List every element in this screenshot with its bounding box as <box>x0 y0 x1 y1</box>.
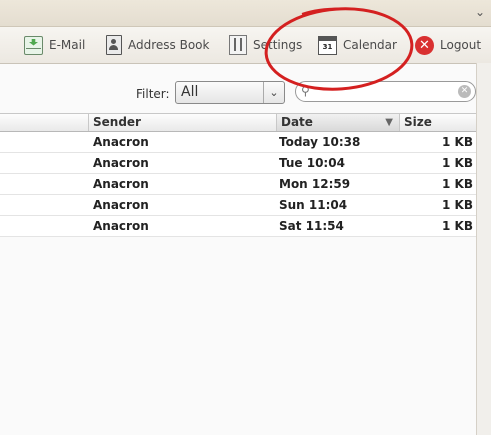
date-cell: Tue 10:04 <box>279 156 345 170</box>
date-cell: Today 10:38 <box>279 135 361 149</box>
table-row[interactable]: Anacron Sun 11:04 1 KB <box>0 195 476 216</box>
date-cell: Sat 11:54 <box>279 219 344 233</box>
date-cell: Mon 12:59 <box>279 177 351 191</box>
sender-cell: Anacron <box>93 219 149 233</box>
email-icon <box>24 35 43 55</box>
email-label: E-Mail <box>49 38 86 52</box>
sender-cell: Anacron <box>93 135 149 149</box>
search-icon[interactable]: ⚲ <box>301 84 310 98</box>
address-book-label: Address Book <box>128 38 210 52</box>
address-book-button[interactable]: Address Book <box>106 34 209 56</box>
size-cell: 1 KB <box>442 219 473 233</box>
column-header-date-label: Date <box>281 115 313 129</box>
email-button[interactable]: E-Mail <box>24 34 85 56</box>
size-cell: 1 KB <box>442 156 473 170</box>
column-header-sender[interactable]: Sender <box>89 114 277 131</box>
filter-label: Filter: <box>136 87 170 101</box>
address-book-icon <box>106 35 122 55</box>
calendar-button[interactable]: 31 Calendar <box>318 34 397 56</box>
table-row[interactable]: Anacron Sat 11:54 1 KB <box>0 216 476 237</box>
chevron-down-icon[interactable]: ⌄ <box>475 5 485 19</box>
calendar-label: Calendar <box>343 38 397 52</box>
message-rows: Anacron Today 10:38 1 KB Anacron Tue 10:04 1 … <box>0 132 476 237</box>
clear-search-icon[interactable]: ✕ <box>458 85 471 98</box>
settings-icon <box>229 35 247 55</box>
column-header-date[interactable]: Date ▼ <box>277 114 400 131</box>
sender-cell: Anacron <box>93 177 149 191</box>
message-list: Sender Date ▼ Size Anacron Today 10:38 1 K… <box>0 113 476 237</box>
vertical-scrollbar[interactable] <box>476 63 491 435</box>
filter-selected-value: All <box>181 84 199 100</box>
table-row[interactable]: Anacron Tue 10:04 1 KB <box>0 153 476 174</box>
size-cell: 1 KB <box>442 198 473 212</box>
column-header-subject[interactable] <box>0 114 89 131</box>
window-top-strip: ⌄ <box>0 0 491 27</box>
sender-cell: Anacron <box>93 156 149 170</box>
settings-label: Settings <box>253 38 303 52</box>
filter-select[interactable]: All ⌄ <box>175 81 285 104</box>
message-list-header: Sender Date ▼ Size <box>0 113 476 132</box>
logout-button[interactable]: ✕ Logout <box>415 34 481 56</box>
sort-descending-icon: ▼ <box>385 117 393 128</box>
chevron-down-icon[interactable]: ⌄ <box>263 82 284 103</box>
main-toolbar: E-Mail Address Book Settings 31 Calendar… <box>0 27 491 64</box>
sender-cell: Anacron <box>93 198 149 212</box>
search-input[interactable]: ⚲ ✕ <box>295 81 476 102</box>
settings-button[interactable]: Settings <box>229 34 302 56</box>
table-row[interactable]: Anacron Today 10:38 1 KB <box>0 132 476 153</box>
date-cell: Sun 11:04 <box>279 198 348 212</box>
size-cell: 1 KB <box>442 135 473 149</box>
logout-icon: ✕ <box>415 35 434 55</box>
size-cell: 1 KB <box>442 177 473 191</box>
column-header-size[interactable]: Size <box>400 114 476 131</box>
logout-label: Logout <box>440 38 482 52</box>
table-row[interactable]: Anacron Mon 12:59 1 KB <box>0 174 476 195</box>
calendar-icon: 31 <box>318 35 337 55</box>
